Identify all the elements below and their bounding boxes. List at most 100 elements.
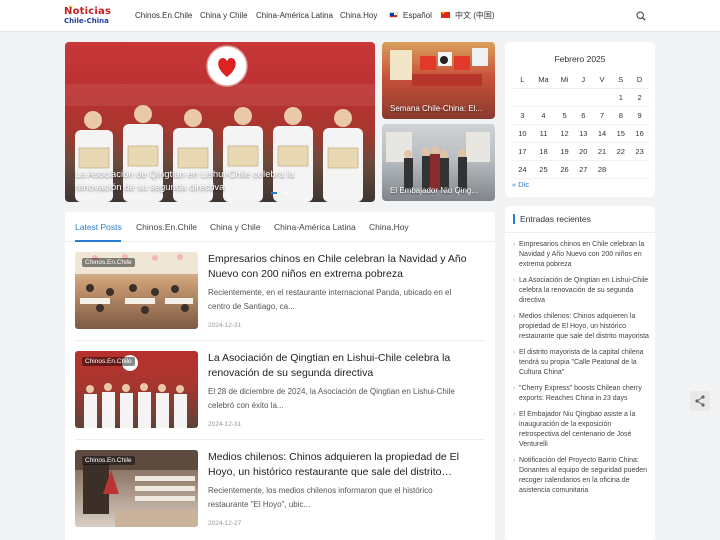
recent-entries-title: Entradas recientes: [513, 214, 591, 224]
calendar-week-row: 17 18 19 20 21 22 23: [513, 142, 649, 161]
calendar-day: 5: [555, 106, 574, 125]
nav-item-china-y-chile[interactable]: China y Chile: [200, 0, 248, 32]
posts-tabs: Latest Posts Chinos.En.Chile China y Chi…: [65, 212, 495, 242]
calendar-day: 1: [611, 88, 631, 107]
recent-entry-link[interactable]: "Cherry Express" boosts Chilean cherry e…: [513, 384, 653, 404]
calendar-day: [573, 88, 593, 107]
slider-dot-active[interactable]: [271, 192, 277, 194]
china-flag-icon: [441, 9, 450, 18]
calendar-day: 16: [630, 124, 649, 143]
small-slide-2-caption[interactable]: El Embajador Niu Qing...: [390, 186, 490, 195]
recent-entry-link[interactable]: Notificación del Proyecto Barrio China: …: [513, 456, 653, 496]
post-thumbnail[interactable]: Chinos.En.Chile: [75, 351, 198, 428]
lang-spanish-label: Español: [403, 11, 432, 20]
calendar-day: 17: [513, 142, 532, 161]
search-icon[interactable]: [636, 11, 646, 21]
calendar-day: 10: [513, 124, 532, 143]
calendar-day: 14: [592, 124, 612, 143]
calendar-day: 20: [573, 142, 593, 161]
calendar-day: 28: [592, 160, 612, 179]
post-thumbnail[interactable]: Chinos.En.Chile: [75, 450, 198, 527]
calendar-widget: Febrero 2025 L Ma Mi J V S D 1 2 3 4 5 6 7 8 9 10…: [505, 42, 655, 197]
post-thumbnail[interactable]: Chinos.En.Chile: [75, 252, 198, 329]
calendar-day: 11: [531, 124, 556, 143]
post-excerpt: El 28 de diciembre de 2024, la Asociació…: [208, 387, 455, 410]
association-emblem-icon: [206, 45, 248, 87]
calendar-day: 27: [573, 160, 593, 179]
recent-entry-link[interactable]: Empresarios chinos en Chile celebran la …: [513, 240, 653, 270]
post-title[interactable]: La Asociación de Qingtian en Lishui-Chil…: [208, 351, 476, 381]
calendar-day: 3: [513, 106, 532, 125]
calendar-weekday: L: [513, 72, 532, 89]
post-date: 2024-12-31: [208, 322, 242, 329]
share-button[interactable]: [690, 391, 710, 411]
tab-chinos-en-chile[interactable]: Chinos.En.Chile: [136, 222, 197, 232]
post-excerpt: Recientemente, los medios chilenos infor…: [208, 486, 433, 509]
recent-entry-link[interactable]: El Embajador Niu Qingbao asiste a la ina…: [513, 410, 653, 450]
calendar-day: 19: [555, 142, 574, 161]
top-navigation-bar: ★ Noticias Chile-China Chinos.En.Chile C…: [0, 0, 720, 32]
calendar-day: 8: [611, 106, 631, 125]
lang-chinese-link[interactable]: 中文 (中国): [441, 0, 495, 32]
calendar-day: [555, 88, 574, 107]
nav-item-china-america-latina[interactable]: China-América Latina: [256, 0, 333, 32]
logo-line-1: Noticias: [64, 6, 112, 17]
calendar-weekday: S: [611, 72, 631, 89]
post-category-badge[interactable]: Chinos.En.Chile: [82, 258, 135, 267]
calendar-month-title: Febrero 2025: [554, 54, 606, 64]
post-item[interactable]: Chinos.En.Chile La Asociación de Qingtia…: [75, 351, 487, 431]
small-slide-1-caption[interactable]: Semana Chile-China: El...: [390, 104, 490, 113]
calendar-weekday: D: [630, 72, 649, 89]
calendar-day: 18: [531, 142, 556, 161]
calendar-day: 25: [531, 160, 556, 179]
active-tab-indicator: [75, 240, 121, 242]
post-title[interactable]: Empresarios chinos en Chile celebran la …: [208, 252, 476, 282]
calendar-week-row: 24 25 26 27 28: [513, 160, 649, 179]
post-title[interactable]: Medios chilenos: Chinos adquieren la pro…: [208, 450, 476, 480]
recent-entry-link[interactable]: El distrito mayorista de la capital chil…: [513, 348, 653, 378]
calendar-day: 6: [573, 106, 593, 125]
post-date: 2024-12-31: [208, 421, 242, 428]
tab-china-hoy[interactable]: China.Hoy: [369, 222, 409, 232]
calendar-day: 26: [555, 160, 574, 179]
calendar-day: [630, 160, 649, 179]
post-category-badge[interactable]: Chinos.En.Chile: [82, 456, 135, 465]
tab-china-y-chile[interactable]: China y Chile: [210, 222, 261, 232]
recent-entry-link[interactable]: La Asociación de Qingtian en Lishui-Chil…: [513, 276, 653, 306]
recent-entries-widget: Entradas recientes Empresarios chinos en…: [505, 206, 655, 540]
calendar-day: 21: [592, 142, 612, 161]
slider-dot[interactable]: [283, 192, 290, 194]
latest-posts-panel: Latest Posts Chinos.En.Chile China y Chi…: [65, 212, 495, 540]
post-item[interactable]: Chinos.En.Chile Empresarios chinos en Ch…: [75, 252, 487, 332]
site-logo[interactable]: ★ Noticias Chile-China: [64, 5, 116, 28]
post-divider: [75, 439, 485, 440]
post-excerpt: Recientemente, en el restaurante interna…: [208, 288, 452, 311]
featured-small-slide-2[interactable]: El Embajador Niu Qing...: [382, 124, 495, 201]
calendar-weekday: Mi: [555, 72, 574, 89]
nav-item-chinos-en-chile[interactable]: Chinos.En.Chile: [135, 0, 192, 32]
recent-entries-list: Empresarios chinos en Chile celebran la …: [513, 233, 653, 496]
chile-flag-icon: [389, 11, 398, 18]
post-item[interactable]: Chinos.En.Chile Medios chilenos: Chinos …: [75, 450, 487, 530]
tab-latest-posts[interactable]: Latest Posts: [75, 222, 122, 232]
calendar-day: [592, 88, 612, 107]
calendar-day: [513, 88, 532, 107]
calendar-day: 7: [592, 106, 612, 125]
featured-small-slide-1[interactable]: Semana Chile-China: El...: [382, 42, 495, 119]
lang-chinese-label: 中文 (中国): [455, 11, 495, 20]
post-category-badge[interactable]: Chinos.En.Chile: [82, 357, 135, 366]
calendar-day: 4: [531, 106, 556, 125]
calendar-day: 23: [630, 142, 649, 161]
lang-spanish-link[interactable]: Español: [389, 0, 432, 32]
tab-china-america-latina[interactable]: China-América Latina: [274, 222, 356, 232]
calendar-prev-month-link[interactable]: « Dic: [512, 180, 529, 189]
calendar-grid: L Ma Mi J V S D 1 2 3 4 5 6 7 8 9 10 11 12 13 14 15 16 1…: [513, 72, 649, 179]
calendar-day: 15: [611, 124, 631, 143]
nav-item-china-hoy[interactable]: China.Hoy: [340, 0, 377, 32]
logo-line-2: Chile-China: [64, 17, 109, 25]
featured-slider[interactable]: La Asociación de Qingtian en Lishui-Chil…: [65, 42, 375, 202]
calendar-week-row: 10 11 12 13 14 15 16: [513, 124, 649, 143]
recent-entry-link[interactable]: Medios chilenos: Chinos adquieren la pro…: [513, 312, 653, 342]
calendar-day: 9: [630, 106, 649, 125]
calendar-weekday: J: [573, 72, 593, 89]
